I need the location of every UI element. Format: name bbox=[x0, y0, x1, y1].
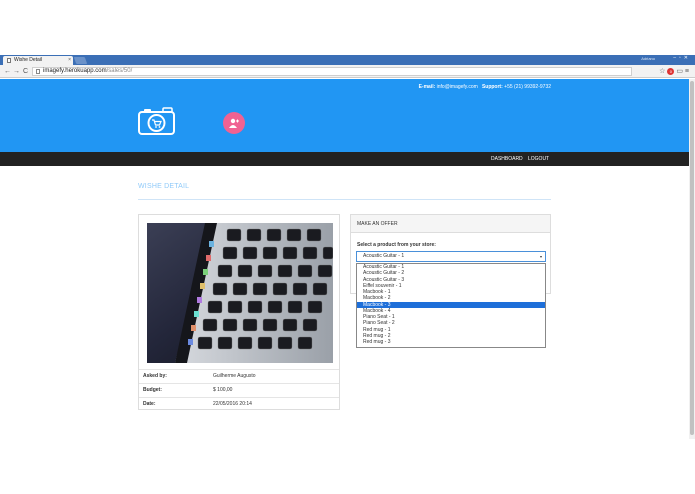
page-top-margin bbox=[0, 0, 695, 55]
reload-button[interactable]: C bbox=[23, 67, 28, 76]
wish-photo bbox=[147, 223, 333, 363]
table-row: Date: 22/05/2016 20:14 bbox=[139, 397, 339, 411]
page-icon bbox=[7, 58, 11, 63]
address-bar: ← → C imagefy.herokuapp.com/sales/50/ ☆ … bbox=[0, 65, 695, 78]
forward-button[interactable]: → bbox=[13, 67, 20, 76]
title-divider bbox=[138, 199, 551, 200]
email-link[interactable]: info@imagefy.com bbox=[437, 84, 478, 90]
dropdown-option[interactable]: Red mug - 3 bbox=[357, 339, 545, 345]
extension-badge-icon[interactable]: 0 bbox=[667, 68, 675, 75]
page-scrollbar-thumb[interactable] bbox=[690, 81, 694, 435]
asked-by-value: Guilherme Augusto bbox=[213, 373, 256, 379]
product-select-value: Acoustic Guitar - 1 bbox=[363, 253, 405, 259]
dropdown-arrow-icon: ▾ bbox=[539, 254, 542, 259]
main-navbar: DASHBOARD LOGOUT bbox=[0, 152, 689, 166]
extension-icons: ☆ 0 ▭ ≡ bbox=[659, 67, 689, 76]
camera-cart-logo-icon[interactable] bbox=[138, 107, 175, 135]
back-button[interactable]: ← bbox=[4, 67, 11, 76]
url-input[interactable]: imagefy.herokuapp.com/sales/50/ bbox=[32, 67, 632, 76]
site-header: E-mail: info@imagefy.com Support: +55 (2… bbox=[0, 79, 689, 152]
add-user-button[interactable] bbox=[223, 112, 245, 134]
add-user-icon bbox=[229, 118, 239, 128]
tab-close-icon[interactable]: × bbox=[68, 56, 71, 65]
nav-logout[interactable]: LOGOUT bbox=[528, 152, 549, 166]
contact-info: E-mail: info@imagefy.com Support: +55 (2… bbox=[419, 84, 551, 90]
browser-tab[interactable]: Wishe Detail × bbox=[3, 56, 73, 65]
wish-card: Asked by: Guilherme Augusto Budget: $ 10… bbox=[138, 214, 340, 410]
wish-info-table: Asked by: Guilherme Augusto Budget: $ 10… bbox=[139, 369, 339, 411]
menu-icon[interactable]: ≡ bbox=[685, 68, 689, 75]
asked-by-label: Asked by: bbox=[143, 373, 167, 379]
offer-panel-heading: MAKE AN OFFER bbox=[351, 215, 550, 233]
browser-tabstrip: Wishe Detail × Adriano –▫✕ bbox=[0, 55, 695, 65]
url-domain: imagefy.herokuapp.com bbox=[43, 68, 107, 74]
product-select[interactable]: Acoustic Guitar - 1 ▾ bbox=[356, 251, 546, 262]
product-select-label: Select a product from your store: bbox=[357, 242, 436, 248]
page-title: WISHE DETAIL bbox=[138, 183, 190, 190]
window-user-label[interactable]: Adriano bbox=[641, 56, 655, 61]
nav-dashboard[interactable]: DASHBOARD bbox=[491, 152, 523, 166]
tab-title: Wishe Detail bbox=[14, 57, 43, 63]
new-tab-button[interactable] bbox=[73, 57, 88, 64]
window-controls[interactable]: –▫✕ bbox=[673, 55, 691, 61]
table-row: Asked by: Guilherme Augusto bbox=[139, 369, 339, 383]
budget-value: $ 100,00 bbox=[213, 387, 233, 393]
support-label: Support: bbox=[481, 84, 503, 90]
support-phone: +55 (21) 99392-9732 bbox=[504, 84, 551, 90]
date-label: Date: bbox=[143, 401, 156, 407]
bookmark-star-icon[interactable]: ☆ bbox=[659, 68, 665, 75]
budget-label: Budget: bbox=[143, 387, 162, 393]
email-label: E-mail: bbox=[418, 84, 436, 90]
product-dropdown-list: Acoustic Guitar - 1 Acoustic Guitar - 2 … bbox=[356, 263, 546, 348]
page-info-icon[interactable] bbox=[36, 69, 40, 74]
date-value: 22/05/2016 20:14 bbox=[213, 401, 252, 407]
cast-icon[interactable]: ▭ bbox=[676, 68, 683, 75]
table-row: Budget: $ 100,00 bbox=[139, 383, 339, 397]
url-path: /sales/50/ bbox=[106, 68, 133, 74]
